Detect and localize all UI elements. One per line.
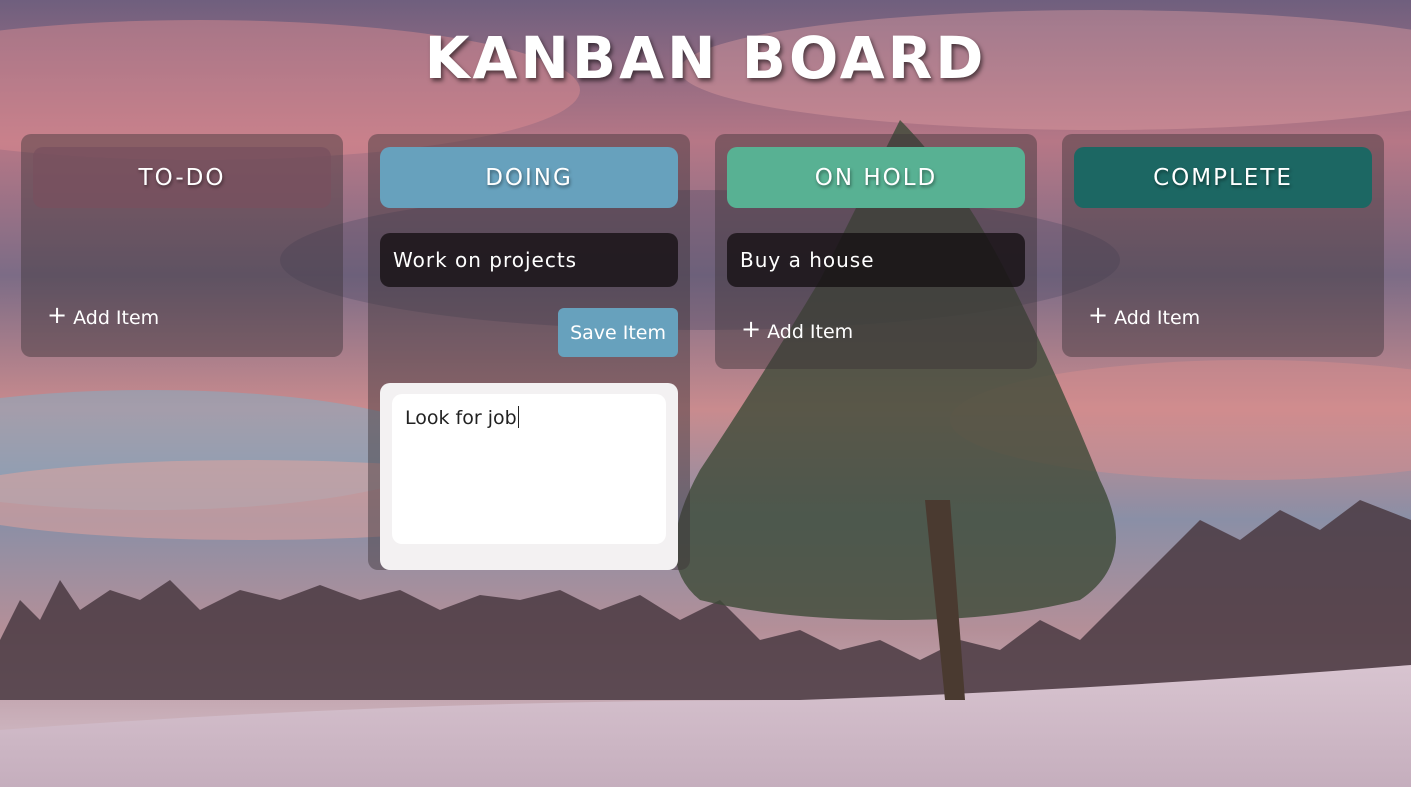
plus-icon: + xyxy=(47,301,68,329)
column-todo: TO-DO + Add Item xyxy=(21,134,343,357)
new-item-textarea[interactable]: Look for job xyxy=(392,394,666,544)
page-title: KANBAN BOARD xyxy=(424,24,987,92)
add-item-label: Add Item xyxy=(73,307,160,329)
save-row: Save Item xyxy=(380,308,678,357)
column-header-doing: DOING xyxy=(380,147,678,208)
column-header-todo: TO-DO xyxy=(33,147,331,208)
item-list-on-hold: Buy a house xyxy=(727,233,1025,287)
column-doing: DOING Work on projects Save Item Look fo… xyxy=(368,134,690,570)
add-item-label: Add Item xyxy=(1114,307,1201,329)
kanban-page: KANBAN BOARD TO-DO + Add Item DOING Work… xyxy=(0,0,1411,787)
add-item-container: Look for job xyxy=(380,383,678,570)
list-item[interactable]: Work on projects xyxy=(380,233,678,287)
add-item-button-on-hold[interactable]: + Add Item xyxy=(741,315,1025,344)
add-item-label: Add Item xyxy=(767,321,854,343)
background-image xyxy=(0,0,1411,787)
plus-icon: + xyxy=(1088,301,1109,329)
add-item-button-todo[interactable]: + Add Item xyxy=(47,301,160,330)
item-list-doing: Work on projects xyxy=(380,233,678,287)
column-on-hold: ON HOLD Buy a house + Add Item xyxy=(715,134,1037,369)
add-item-button-complete[interactable]: + Add Item xyxy=(1088,301,1201,330)
column-header-on-hold: ON HOLD xyxy=(727,147,1025,208)
new-item-text: Look for job xyxy=(405,407,517,429)
plus-icon: + xyxy=(741,315,762,343)
list-item[interactable]: Buy a house xyxy=(727,233,1025,287)
text-cursor xyxy=(517,406,519,428)
column-header-complete: COMPLETE xyxy=(1074,147,1372,208)
save-item-button[interactable]: Save Item xyxy=(558,308,678,357)
column-complete: COMPLETE + Add Item xyxy=(1062,134,1384,357)
